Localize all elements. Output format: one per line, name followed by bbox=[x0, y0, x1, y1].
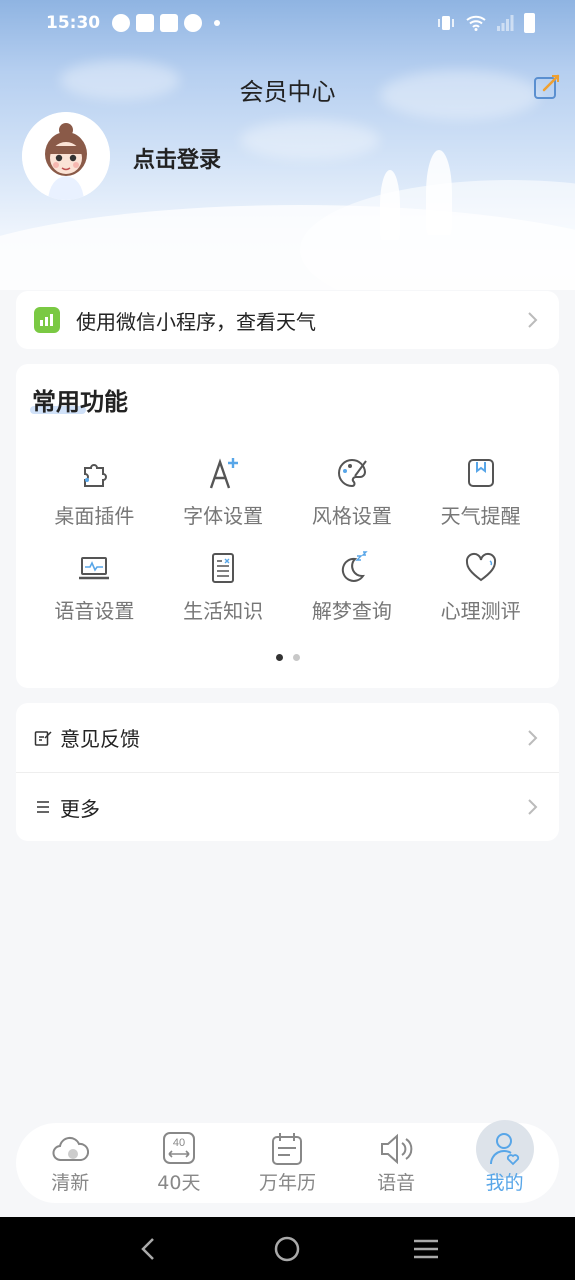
notification-icon bbox=[112, 14, 131, 32]
tab-profile[interactable]: 我的 bbox=[455, 1119, 555, 1195]
system-navigation-bar bbox=[0, 1217, 575, 1280]
shield-icon bbox=[184, 14, 203, 32]
mail-icon bbox=[160, 14, 179, 32]
feedback-icon bbox=[34, 730, 52, 746]
mail-icon bbox=[136, 14, 155, 32]
mini-program-banner[interactable]: 使用微信小程序，查看天气 bbox=[16, 291, 559, 349]
chevron-right-icon bbox=[528, 799, 538, 815]
bookmark-icon bbox=[467, 459, 494, 487]
recent-apps-icon[interactable] bbox=[411, 1234, 441, 1264]
home-icon[interactable] bbox=[272, 1234, 302, 1264]
function-dream-interpretation[interactable]: 解梦查询 bbox=[288, 551, 417, 624]
function-weather-reminder[interactable]: 天气提醒 bbox=[416, 456, 545, 529]
more-label: 更多 bbox=[60, 796, 100, 821]
tab-fresh[interactable]: 清新 bbox=[20, 1132, 120, 1195]
bottom-tab-bar: 清新 40 40天 万年历 语音 我的 bbox=[16, 1119, 559, 1203]
avatar-illustration-icon bbox=[22, 112, 110, 200]
more-row[interactable]: 更多 bbox=[16, 772, 559, 841]
section-title: 常用功能 bbox=[32, 388, 128, 416]
vibrate-icon bbox=[438, 16, 454, 30]
common-functions-card: 常用功能 桌面插件 字体设置 风格设置 天气提醒 语音设置 生活知识 解梦查询 bbox=[16, 364, 559, 688]
menu-icon bbox=[37, 801, 49, 813]
signal-icon bbox=[497, 15, 514, 31]
document-icon bbox=[212, 553, 235, 583]
font-icon bbox=[209, 458, 239, 489]
function-desktop-widget[interactable]: 桌面插件 bbox=[30, 456, 159, 529]
mini-program-icon bbox=[34, 307, 60, 333]
edit-icon[interactable] bbox=[532, 72, 562, 102]
feedback-label: 意见反馈 bbox=[60, 727, 140, 751]
page-dot-active bbox=[275, 654, 283, 661]
settings-list: 意见反馈 更多 bbox=[16, 703, 559, 841]
tab-voice[interactable]: 语音 bbox=[346, 1132, 446, 1195]
chevron-right-icon bbox=[528, 729, 538, 746]
more-notifications-icon bbox=[214, 20, 221, 26]
back-icon[interactable] bbox=[134, 1234, 164, 1264]
palette-icon bbox=[337, 458, 367, 488]
function-font-settings[interactable]: 字体设置 bbox=[159, 456, 288, 529]
svg-text:40: 40 bbox=[173, 1137, 185, 1149]
laptop-icon bbox=[79, 557, 110, 580]
function-voice-settings[interactable]: 语音设置 bbox=[30, 551, 159, 624]
status-time: 15:30 bbox=[46, 13, 101, 33]
function-style-settings[interactable]: 风格设置 bbox=[288, 456, 417, 529]
page-title: 会员中心 bbox=[239, 78, 336, 106]
login-button[interactable]: 点击登录 bbox=[133, 142, 221, 174]
puzzle-icon bbox=[84, 464, 108, 487]
mini-program-text: 使用微信小程序，查看天气 bbox=[76, 309, 316, 334]
calendar-icon bbox=[272, 1132, 303, 1165]
battery-icon bbox=[524, 13, 535, 33]
function-psych-test[interactable]: 心理测评 bbox=[416, 551, 545, 624]
avatar[interactable] bbox=[22, 112, 110, 200]
chevron-right-icon bbox=[528, 312, 538, 328]
status-bar: 15:30 bbox=[0, 0, 575, 46]
cloud-icon bbox=[52, 1136, 90, 1161]
profile-icon bbox=[489, 1132, 519, 1165]
speaker-icon bbox=[381, 1133, 413, 1164]
moon-icon bbox=[341, 551, 368, 582]
heart-icon bbox=[465, 552, 496, 582]
function-life-knowledge[interactable]: 生活知识 bbox=[159, 551, 288, 624]
feedback-row[interactable]: 意见反馈 bbox=[16, 703, 559, 772]
wifi-icon bbox=[466, 15, 486, 31]
tab-calendar[interactable]: 万年历 bbox=[237, 1132, 337, 1195]
page-dot bbox=[292, 654, 300, 661]
tab-40-day[interactable]: 40 40天 bbox=[129, 1131, 229, 1195]
page-indicator bbox=[16, 654, 559, 661]
forty-day-icon: 40 bbox=[162, 1131, 195, 1164]
